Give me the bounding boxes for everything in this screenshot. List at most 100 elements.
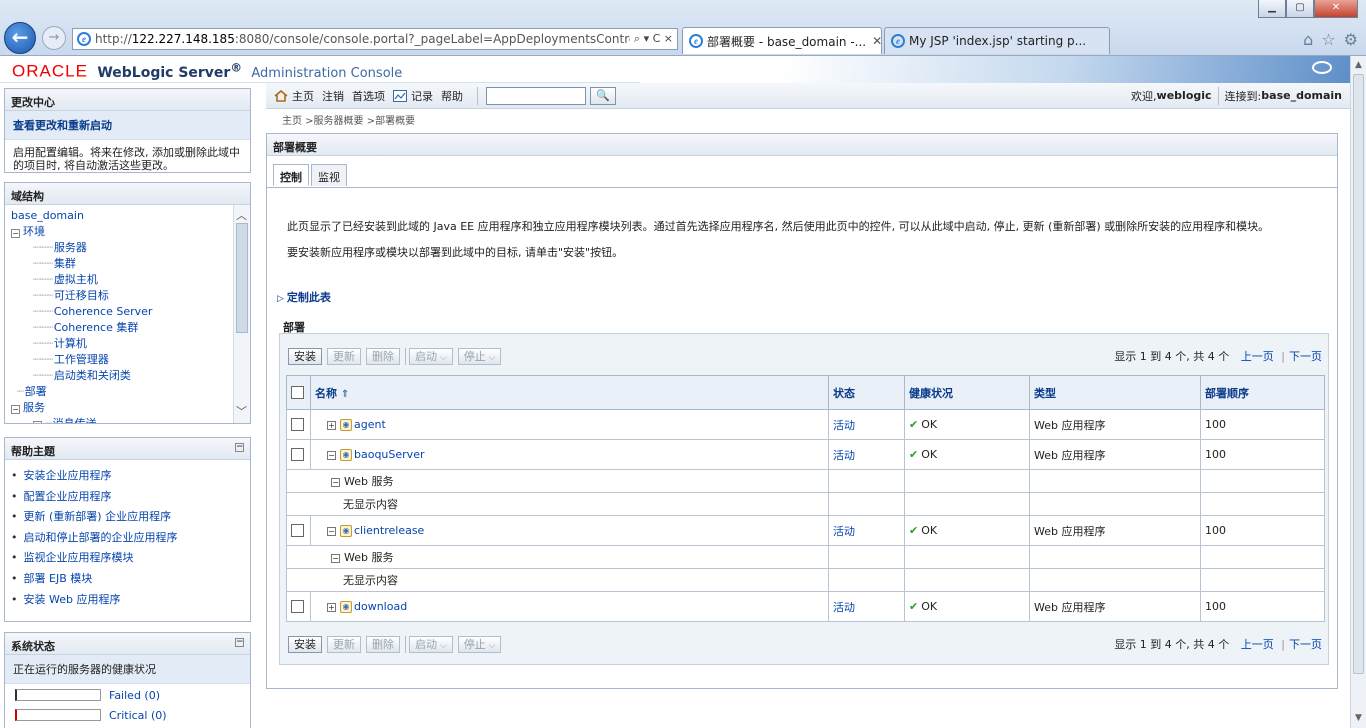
help-topic-link[interactable]: 安装 Web 应用程序 [24, 593, 121, 606]
collapse-icon[interactable]: − [327, 526, 336, 536]
help-topic-link[interactable]: 安装企业应用程序 [24, 469, 112, 482]
help-topic-link[interactable]: 启动和停止部署的企业应用程序 [24, 531, 178, 544]
url-text[interactable]: http://122.227.148.185:8080/console/cons… [95, 32, 630, 46]
start-dropdown[interactable]: 启动 [409, 347, 453, 365]
help-topic-link[interactable]: 部署 EJB 模块 [24, 572, 93, 585]
column-header-order[interactable]: 部署顺序 [1200, 375, 1325, 410]
deployment-name-link[interactable]: agent [354, 418, 386, 431]
back-button[interactable]: ← [4, 22, 36, 54]
column-header-type[interactable]: 类型 [1029, 375, 1201, 410]
tab-control[interactable]: 控制 [273, 164, 309, 186]
tree-link[interactable]: 服务器 [54, 241, 87, 254]
table-row[interactable]: − ◉ clientrelease 活动 ✔ OK Web 应用程序 100 [286, 515, 1325, 546]
tab-monitor[interactable]: 监视 [311, 164, 347, 186]
tree-link[interactable]: base_domain [11, 209, 84, 222]
tree-link[interactable]: 计算机 [54, 337, 87, 350]
scroll-down-icon[interactable]: ▼ [1351, 711, 1366, 726]
favorites-star-icon[interactable]: ☆ [1321, 30, 1335, 49]
stop-dropdown[interactable]: 停止 [457, 635, 502, 653]
row-checkbox[interactable] [291, 448, 304, 462]
install-button[interactable]: 安装 [288, 347, 322, 365]
column-header-health[interactable]: 健康状况 [904, 375, 1030, 410]
tree-link[interactable]: Coherence Server [54, 305, 153, 318]
page-scrollbar[interactable]: ▲ ▼ [1350, 56, 1366, 728]
breadcrumb[interactable]: 主页 >服务器概要 >部署概要 [282, 112, 415, 127]
chevron-down-icon[interactable]: ﹀ [236, 403, 247, 419]
address-tools-icons[interactable]: ⌕ ▾ C × [630, 32, 677, 46]
record-link[interactable]: 记录 [411, 88, 433, 104]
table-row[interactable]: + ◉ agent 活动 ✔ OK Web 应用程序 100 [286, 409, 1325, 440]
prev-page-link[interactable]: 上一页 [1241, 350, 1274, 363]
delete-button[interactable]: 删除 [366, 347, 400, 365]
scroll-up-icon[interactable]: ▲ [1351, 58, 1366, 73]
prev-page-link[interactable]: 上一页 [1241, 638, 1274, 651]
settings-gear-icon[interactable]: ⚙ [1344, 30, 1358, 49]
close-window-button[interactable]: ✕ [1314, 0, 1358, 18]
column-header-name[interactable]: 名称 ⇑ [310, 375, 829, 410]
tree-link[interactable]: 集群 [54, 257, 76, 270]
close-tab-icon[interactable]: ✕ [872, 34, 881, 48]
scrollbar-thumb[interactable] [1353, 74, 1364, 674]
sort-ascending-icon[interactable]: ⇑ [341, 389, 349, 400]
help-topic-link[interactable]: 配置企业应用程序 [24, 490, 112, 503]
logout-link[interactable]: 注销 [322, 88, 344, 104]
view-changes-link[interactable]: 查看更改和重新启动 [5, 111, 250, 140]
row-checkbox[interactable] [291, 600, 304, 614]
tree-link[interactable]: 虚拟主机 [54, 273, 98, 286]
collapse-icon[interactable]: − [235, 638, 244, 647]
next-page-link[interactable]: 下一页 [1289, 350, 1322, 363]
update-button[interactable]: 更新 [327, 347, 361, 365]
minimize-button[interactable]: ▁ [1258, 0, 1286, 18]
row-checkbox[interactable] [291, 524, 304, 538]
collapse-icon[interactable]: − [327, 450, 336, 460]
state-link[interactable]: 活动 [833, 601, 855, 614]
home-link[interactable]: 主页 [292, 88, 314, 104]
forward-button[interactable]: → [42, 26, 66, 50]
tree-link[interactable]: 服务 [23, 401, 45, 414]
collapse-icon[interactable]: − [11, 229, 20, 238]
next-page-link[interactable]: 下一页 [1289, 638, 1322, 651]
failed-link[interactable]: Failed (0) [109, 689, 160, 702]
expand-icon[interactable]: + [327, 420, 336, 430]
tree-link[interactable]: 启动类和关闭类 [54, 369, 131, 382]
help-topic-link[interactable]: 更新 (重新部署) 企业应用程序 [24, 510, 172, 523]
help-topic-link[interactable]: 监视企业应用程序模块 [24, 551, 134, 564]
table-row[interactable]: − ◉ baoquServer 活动 ✔ OK Web 应用程序 100 [286, 439, 1325, 470]
expand-icon[interactable]: + [327, 602, 336, 612]
tree-link[interactable]: 消息传送 [53, 417, 97, 423]
state-link[interactable]: 活动 [833, 525, 855, 538]
browser-tab[interactable]: e My JSP 'index.jsp' starting p... [884, 27, 1110, 54]
tree-link[interactable]: 工作管理器 [54, 353, 109, 366]
table-row[interactable]: + ◉ download 活动 ✔ OK Web 应用程序 100 [286, 591, 1325, 622]
critical-link[interactable]: Critical (0) [109, 709, 167, 722]
deployment-name-link[interactable]: baoquServer [354, 448, 424, 461]
maximize-button[interactable]: ▢ [1286, 0, 1314, 18]
column-header-state[interactable]: 状态 [828, 375, 905, 410]
browser-tab-active[interactable]: e 部署概要 - base_domain -... ✕ [682, 27, 882, 54]
help-link[interactable]: 帮助 [441, 88, 463, 104]
tree-scroll-thumb[interactable] [236, 223, 248, 333]
tree-link[interactable]: 环境 [23, 225, 45, 238]
deployment-name-link[interactable]: download [354, 600, 407, 613]
tree-link[interactable]: 部署 [25, 385, 47, 398]
expand-icon[interactable]: + [33, 421, 42, 423]
collapse-icon[interactable]: − [331, 477, 340, 487]
collapse-icon[interactable]: − [11, 405, 20, 414]
tree-link[interactable]: 可迁移目标 [54, 289, 109, 302]
chevron-up-icon[interactable]: ︿ [236, 207, 247, 223]
update-button[interactable]: 更新 [327, 635, 361, 653]
start-dropdown[interactable]: 启动 [409, 635, 453, 653]
stop-dropdown[interactable]: 停止 [457, 347, 502, 365]
search-input[interactable] [486, 86, 586, 105]
state-link[interactable]: 活动 [833, 419, 855, 432]
collapse-icon[interactable]: − [235, 443, 244, 452]
delete-button[interactable]: 删除 [366, 635, 400, 653]
preferences-link[interactable]: 首选项 [352, 88, 385, 104]
tree-scrollbar[interactable]: ︿ ﹀ [233, 205, 250, 423]
collapse-icon[interactable]: − [331, 553, 340, 563]
home-icon[interactable]: ⌂ [1303, 30, 1313, 49]
state-link[interactable]: 活动 [833, 449, 855, 462]
tree-link[interactable]: Coherence 集群 [54, 321, 138, 334]
select-all-checkbox[interactable] [291, 386, 304, 400]
row-checkbox[interactable] [291, 418, 304, 432]
